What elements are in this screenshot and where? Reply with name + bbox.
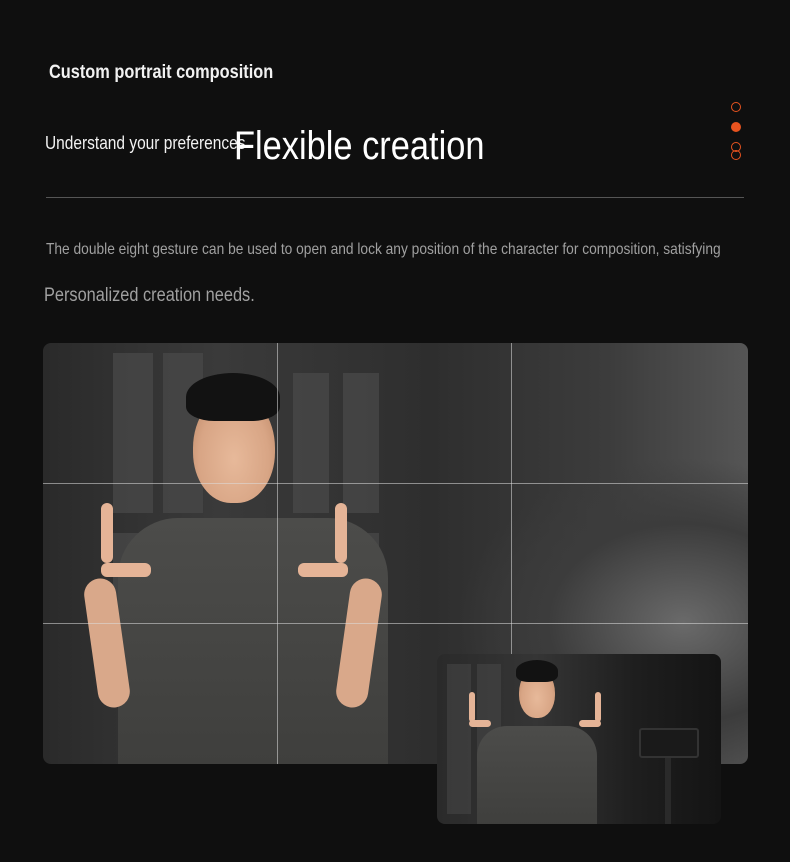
page-dot-active[interactable] xyxy=(731,122,741,132)
right-index-finger xyxy=(595,692,601,722)
section-title: Flexible creation xyxy=(234,124,485,168)
section-subtitle: Understand your preferences xyxy=(45,133,246,153)
hair xyxy=(186,373,280,421)
grid-line xyxy=(277,343,278,764)
phone-on-gimbal xyxy=(639,728,699,758)
left-index-finger xyxy=(469,692,475,722)
gimbal-pole xyxy=(665,749,671,824)
left-index-finger xyxy=(101,503,113,563)
hair xyxy=(516,660,558,682)
description-line-2: Personalized creation needs. xyxy=(44,285,255,306)
section-small-title: Custom portrait composition xyxy=(49,62,274,83)
bg-window xyxy=(113,353,153,513)
page-dot[interactable] xyxy=(731,150,741,160)
right-thumb xyxy=(298,563,348,577)
left-thumb xyxy=(101,563,151,577)
inset-photo xyxy=(437,654,721,824)
left-thumb xyxy=(469,720,491,727)
right-index-finger xyxy=(335,503,347,563)
right-thumb xyxy=(579,720,601,727)
bg-window xyxy=(293,373,329,513)
pagination-indicator xyxy=(729,100,745,164)
bg-window xyxy=(447,664,471,814)
description-line-1: The double eight gesture can be used to … xyxy=(46,241,721,258)
grid-line xyxy=(43,623,748,624)
page-dot[interactable] xyxy=(731,102,741,112)
shirt xyxy=(477,726,597,824)
bg-window xyxy=(343,373,379,513)
divider xyxy=(46,197,744,198)
grid-line xyxy=(43,483,748,484)
